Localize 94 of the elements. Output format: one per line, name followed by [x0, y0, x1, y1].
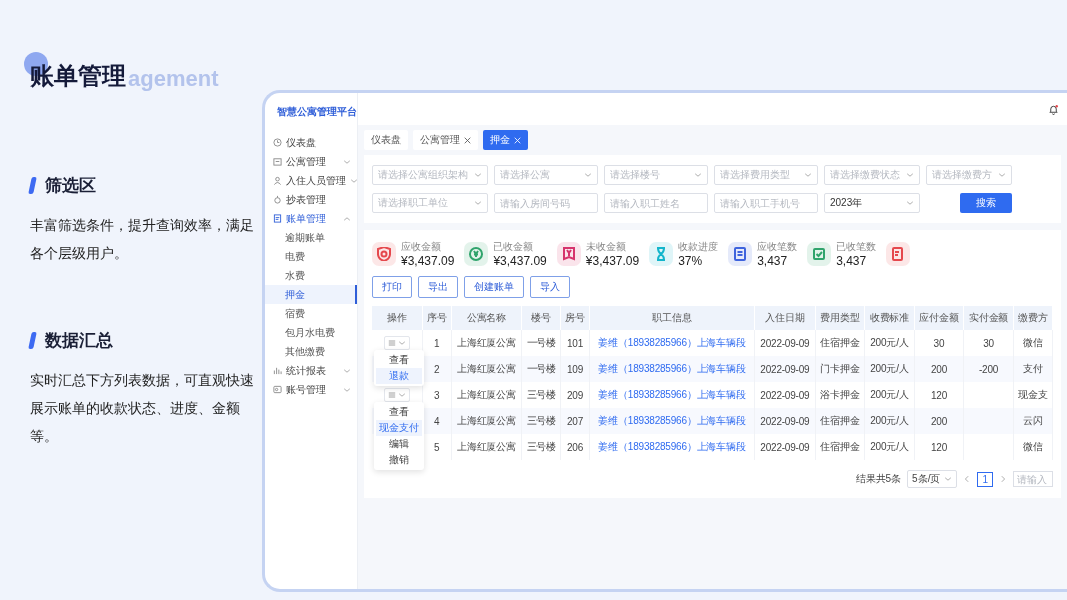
- table-cell: 2022-09-09: [754, 434, 815, 460]
- table-cell: 200元/人: [864, 408, 915, 434]
- column-header: 入住日期: [754, 306, 815, 330]
- table-cell: 一号楼: [521, 356, 561, 382]
- table-cell: 住宿押金: [815, 408, 865, 434]
- stat-value: ¥3,437.09: [585, 254, 640, 268]
- sidebar-subitem[interactable]: 逾期账单: [265, 228, 357, 247]
- page-size-select[interactable]: 5条/页: [907, 470, 958, 488]
- select-field[interactable]: 2023年: [824, 193, 920, 213]
- sidebar-item[interactable]: 账单管理: [265, 209, 357, 228]
- app-brand: 智慧公寓管理平台: [276, 105, 357, 119]
- stat-value: ¥3,437.09: [401, 254, 455, 268]
- sidebar-item[interactable]: 仪表盘: [265, 133, 357, 152]
- table-cell: 云闪: [1013, 408, 1053, 434]
- input-field[interactable]: 请输入职工手机号: [714, 193, 818, 213]
- stat-value: 3,437: [836, 254, 868, 268]
- column-header: 楼号: [521, 306, 561, 330]
- table-cell: 120: [914, 434, 964, 460]
- sidebar-item[interactable]: 入住人员管理: [265, 171, 357, 190]
- search-button[interactable]: 搜索: [960, 193, 1012, 213]
- table-cell: 三号楼: [521, 408, 561, 434]
- column-header: 缴费方: [1013, 306, 1053, 330]
- input-field[interactable]: 请输入房间号码: [494, 193, 598, 213]
- table-cell: 109: [560, 356, 590, 382]
- table-cell: 5: [422, 434, 452, 460]
- column-header: 应付金额: [914, 306, 964, 330]
- table-cell: -200: [963, 356, 1014, 382]
- page-tab[interactable]: 仪表盘: [364, 130, 408, 150]
- stat-label: 应收笔数: [757, 240, 798, 254]
- column-header: 操作: [372, 306, 423, 330]
- stat-label: 已收金额: [493, 240, 535, 254]
- table-cell: 门卡押金: [815, 356, 865, 382]
- stat-value: ¥3,437.09: [493, 254, 547, 268]
- sidebar-subitem[interactable]: 包月水电费: [265, 323, 357, 342]
- table-cell: 支付: [1013, 356, 1053, 382]
- column-header: 费用类型: [815, 306, 865, 330]
- input-field[interactable]: 请输入职工姓名: [604, 193, 708, 213]
- table-cell: 上海红厦公寓: [451, 434, 522, 460]
- stat-label: 未收金额: [585, 240, 627, 254]
- table-cell: 上海红厦公寓: [451, 408, 522, 434]
- section-heading: 数据汇总: [45, 330, 113, 352]
- table-cell: 207: [560, 408, 590, 434]
- column-header: 实付金额: [963, 306, 1014, 330]
- table-cell: 微信: [1013, 434, 1053, 460]
- sidebar-item[interactable]: 账号管理: [265, 380, 357, 399]
- sidebar-subitem[interactable]: 宿费: [265, 304, 357, 323]
- stat-label: 收款进度: [678, 240, 719, 254]
- table-cell: 200元/人: [864, 434, 915, 460]
- menu-item[interactable]: 现金支付: [376, 420, 422, 436]
- stat-value: 3,437: [757, 254, 789, 268]
- action-button[interactable]: 打印: [372, 276, 412, 298]
- sidebar-item[interactable]: 抄表管理: [265, 190, 357, 209]
- slide-title: 账单管理: [30, 61, 126, 91]
- employee-link[interactable]: 姜维（18938285966）上海车辆段: [589, 434, 755, 460]
- column-header: 房号: [560, 306, 590, 330]
- sidebar-subitem[interactable]: 水费: [265, 266, 357, 285]
- page-tab[interactable]: 公寓管理: [413, 130, 478, 150]
- page-button[interactable]: 1: [977, 471, 993, 487]
- table-cell: 4: [422, 408, 452, 434]
- result-count: 结果共5条: [855, 472, 902, 486]
- sidebar-subitem[interactable]: 押金: [265, 285, 357, 304]
- section-text: 实时汇总下方列表数据，可直观快速展示账单的收款状态、进度、金额等。: [30, 371, 254, 446]
- employee-link[interactable]: 姜维（18938285966）上海车辆段: [589, 408, 755, 434]
- table-cell: 200: [914, 356, 964, 382]
- table-cell: 2022-09-09: [754, 408, 815, 434]
- section-text: 丰富筛选条件，提升查询效率，满足各个层级用户。: [30, 216, 254, 263]
- section-heading: 筛选区: [45, 175, 96, 197]
- table-cell: 206: [560, 434, 590, 460]
- table-cell: 200: [914, 408, 964, 434]
- stat-label: 应收金额: [401, 240, 442, 254]
- table-cell: 上海红厦公寓: [451, 356, 522, 382]
- column-header: 序号: [422, 306, 452, 330]
- ghost-text: agement: [128, 66, 219, 92]
- table-cell: 三号楼: [521, 434, 561, 460]
- stat-value: 37%: [678, 254, 704, 268]
- action-button[interactable]: 导出: [418, 276, 458, 298]
- sidebar-item[interactable]: 公寓管理: [265, 152, 357, 171]
- column-header: 职工信息: [589, 306, 755, 330]
- column-header: 收费标准: [864, 306, 915, 330]
- sidebar-subitem[interactable]: 电费: [265, 247, 357, 266]
- stat-label: 已收笔数: [836, 240, 877, 254]
- sidebar-item[interactable]: 统计报表: [265, 361, 357, 380]
- page-tab[interactable]: 押金: [483, 130, 528, 150]
- table-cell: 2022-09-09: [754, 356, 815, 382]
- sidebar-subitem[interactable]: 其他缴费: [265, 342, 357, 361]
- action-button[interactable]: 创建账单: [464, 276, 524, 298]
- page-jump-field[interactable]: 请输入: [1013, 471, 1053, 487]
- employee-link[interactable]: 姜维（18938285966）上海车辆段: [589, 356, 755, 382]
- table-cell: 200元/人: [864, 356, 915, 382]
- menu-item[interactable]: 退款: [376, 368, 422, 384]
- action-button[interactable]: 导入: [530, 276, 570, 298]
- table-cell: 2: [422, 356, 452, 382]
- table-cell: 住宿押金: [815, 434, 865, 460]
- column-header: 公寓名称: [451, 306, 522, 330]
